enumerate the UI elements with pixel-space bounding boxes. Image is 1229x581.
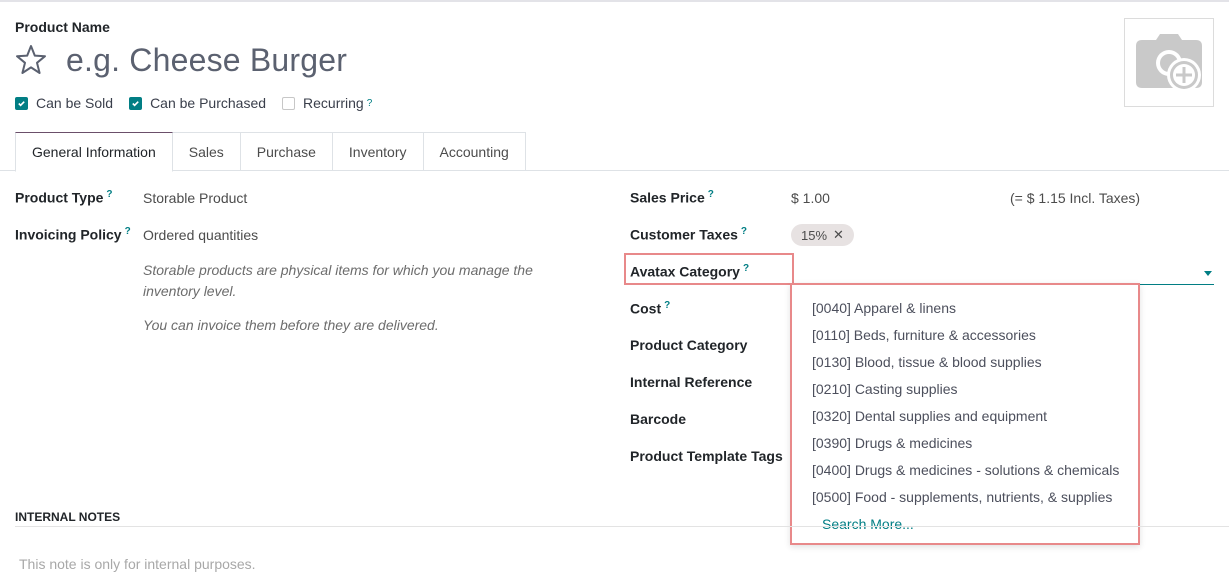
- customer-taxes-label: Customer Taxes?: [630, 226, 747, 243]
- product-options: Can be Sold Can be Purchased Recurring ?: [15, 95, 388, 111]
- sales-price-input[interactable]: $ 1.00: [791, 190, 830, 206]
- star-icon[interactable]: [15, 44, 47, 76]
- dropdown-option[interactable]: [0040] Apparel & linens: [792, 295, 1138, 322]
- tax-tag: 15% ✕: [791, 224, 854, 246]
- internal-notes-heading: INTERNAL NOTES: [15, 510, 121, 524]
- invoicing-description: You can invoice them before they are del…: [143, 317, 439, 333]
- invoicing-policy-label: Invoicing Policy?: [15, 226, 131, 243]
- avatax-category-label-text: Avatax Category: [630, 263, 740, 280]
- product-type-label-text: Product Type: [15, 189, 104, 206]
- product-type-select[interactable]: Storable Product: [143, 190, 247, 206]
- dropdown-caret-icon[interactable]: [1204, 271, 1212, 276]
- avatax-category-dropdown: [0040] Apparel & linens [0110] Beds, fur…: [790, 283, 1140, 545]
- product-name-label: Product Name: [15, 19, 110, 35]
- invoicing-policy-select[interactable]: Ordered quantities: [143, 227, 258, 243]
- barcode-label: Barcode: [630, 411, 687, 427]
- search-more-link[interactable]: Search More...: [792, 511, 1138, 538]
- sales-price-help-icon[interactable]: ?: [708, 189, 714, 200]
- internal-notes-input[interactable]: This note is only for internal purposes.: [19, 556, 256, 572]
- sales-price-label-text: Sales Price: [630, 189, 705, 206]
- avatax-category-label: Avatax Category?: [630, 263, 749, 280]
- tab-purchase[interactable]: Purchase: [240, 132, 333, 171]
- customer-taxes-help-icon[interactable]: ?: [741, 226, 747, 237]
- dropdown-option[interactable]: [0110] Beds, furniture & accessories: [792, 322, 1138, 349]
- dropdown-option[interactable]: [0320] Dental supplies and equipment: [792, 403, 1138, 430]
- cost-label: Cost?: [630, 300, 670, 317]
- tab-accounting[interactable]: Accounting: [423, 132, 526, 171]
- product-category-label: Product Category: [630, 337, 748, 353]
- customer-taxes-label-text: Customer Taxes: [630, 226, 738, 243]
- cost-help-icon[interactable]: ?: [664, 300, 670, 311]
- avatax-category-help-icon[interactable]: ?: [743, 263, 749, 274]
- recurring-label: Recurring: [303, 95, 364, 111]
- tab-bar: General Information Sales Purchase Inven…: [15, 132, 526, 172]
- avatax-category-input[interactable]: [791, 260, 1214, 285]
- can-be-sold-option[interactable]: Can be Sold: [15, 95, 113, 111]
- can-be-purchased-option[interactable]: Can be Purchased: [129, 95, 266, 111]
- product-type-help-icon[interactable]: ?: [106, 189, 112, 200]
- internal-notes-divider: [15, 526, 1229, 527]
- product-image-upload[interactable]: [1124, 18, 1214, 107]
- invoicing-policy-label-text: Invoicing Policy: [15, 226, 122, 243]
- recurring-checkbox[interactable]: [282, 96, 296, 110]
- recurring-help-icon[interactable]: ?: [367, 98, 373, 109]
- invoicing-policy-help-icon[interactable]: ?: [125, 226, 131, 237]
- camera-plus-icon: [1136, 33, 1202, 92]
- dropdown-option[interactable]: [0500] Food - supplements, nutrients, & …: [792, 484, 1138, 511]
- can-be-purchased-checkbox[interactable]: [129, 96, 143, 110]
- internal-reference-label: Internal Reference: [630, 374, 753, 390]
- top-border: [0, 0, 1229, 2]
- tab-general-information[interactable]: General Information: [15, 132, 173, 172]
- can-be-sold-checkbox[interactable]: [15, 96, 28, 110]
- can-be-sold-label: Can be Sold: [36, 95, 114, 111]
- title-row: e.g. Cheese Burger: [15, 40, 347, 80]
- product-template-tags-label: Product Template Tags: [630, 448, 783, 464]
- dropdown-option[interactable]: [0130] Blood, tissue & blood supplies: [792, 349, 1138, 376]
- dropdown-option[interactable]: [0400] Drugs & medicines - solutions & c…: [792, 457, 1138, 484]
- product-type-label: Product Type?: [15, 189, 113, 206]
- dropdown-option[interactable]: [0390] Drugs & medicines: [792, 430, 1138, 457]
- cost-label-text: Cost: [630, 300, 662, 317]
- can-be-purchased-label: Can be Purchased: [150, 95, 267, 111]
- price-incl-taxes: (= $ 1.15 Incl. Taxes): [1010, 190, 1141, 206]
- remove-tag-icon[interactable]: ✕: [833, 227, 844, 243]
- dropdown-option[interactable]: [0210] Casting supplies: [792, 376, 1138, 403]
- recurring-option[interactable]: Recurring ?: [282, 95, 372, 111]
- product-name-input[interactable]: e.g. Cheese Burger: [66, 42, 347, 79]
- tab-inventory[interactable]: Inventory: [332, 132, 424, 171]
- tab-sales[interactable]: Sales: [172, 132, 241, 171]
- product-type-description: Storable products are physical items for…: [143, 262, 533, 299]
- tax-tag-label: 15%: [801, 227, 828, 243]
- sales-price-label: Sales Price?: [630, 189, 714, 206]
